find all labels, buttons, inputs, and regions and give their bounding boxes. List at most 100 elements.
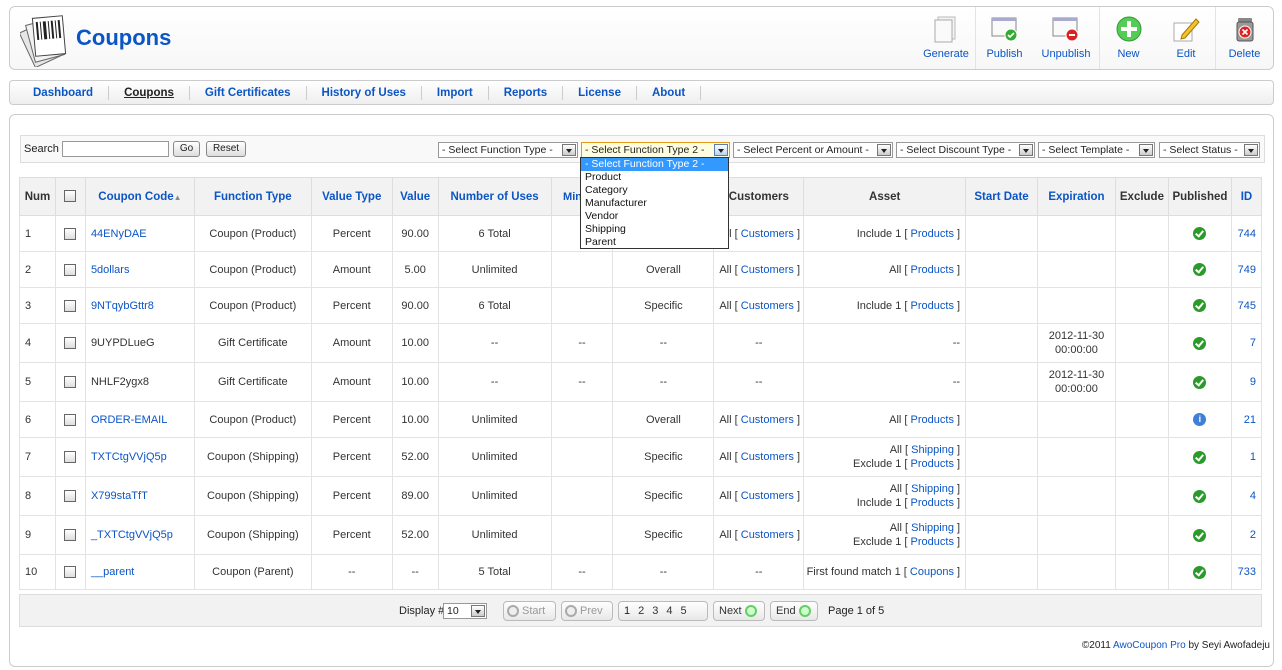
row-checkbox[interactable] xyxy=(64,337,77,350)
col-start-date[interactable]: Start Date xyxy=(965,177,1038,216)
nav-about[interactable]: About xyxy=(637,85,702,100)
asset-link[interactable]: Products xyxy=(911,300,954,312)
col-number-of-uses[interactable]: Number of Uses xyxy=(437,177,552,216)
id-link[interactable]: 733 xyxy=(1238,566,1256,578)
dropdown-option[interactable]: Product xyxy=(581,171,728,184)
prev-button[interactable]: Prev xyxy=(561,601,613,621)
coupon-code-link[interactable]: X799staTfT xyxy=(91,490,148,502)
published-check-icon[interactable] xyxy=(1193,450,1207,464)
coupon-code-link[interactable]: 9NTqybGttr8 xyxy=(91,300,154,312)
dropdown-option[interactable]: - Select Function Type 2 - xyxy=(581,158,728,171)
published-check-icon[interactable] xyxy=(1193,263,1207,276)
col-value[interactable]: Value xyxy=(391,177,439,216)
function-type-2-dropdown[interactable]: - Select Function Type 2 - Product Categ… xyxy=(580,157,729,249)
id-link[interactable]: 2 xyxy=(1250,529,1256,541)
coupon-code-link[interactable]: TXTCtgVVjQ5p xyxy=(91,451,167,463)
col-coupon-code[interactable]: Coupon Code▲ xyxy=(84,177,195,216)
id-link[interactable]: 1 xyxy=(1250,451,1256,463)
coupon-code-link[interactable]: 44ENyDAE xyxy=(91,228,147,240)
dropdown-option[interactable]: Manufacturer xyxy=(581,197,728,210)
customers-link[interactable]: Customers xyxy=(741,414,794,426)
nav-coupons[interactable]: Coupons xyxy=(109,85,190,100)
row-checkbox[interactable] xyxy=(64,566,77,579)
dropdown-option[interactable]: Shipping xyxy=(581,223,728,236)
customers-link[interactable]: Customers xyxy=(741,451,794,463)
page-5[interactable]: 5 xyxy=(681,605,687,617)
customers-link[interactable]: Customers xyxy=(741,264,794,276)
page-1[interactable]: 1 xyxy=(624,605,630,617)
display-count-select[interactable]: 10 xyxy=(443,603,487,619)
page-2[interactable]: 2 xyxy=(638,605,644,617)
coupon-code-link[interactable]: __parent xyxy=(91,566,134,578)
asset-link[interactable]: Coupons xyxy=(910,566,954,578)
row-checkbox[interactable] xyxy=(64,376,77,389)
id-link[interactable]: 749 xyxy=(1238,264,1256,276)
nav-dashboard[interactable]: Dashboard xyxy=(18,85,110,100)
nav-import[interactable]: Import xyxy=(422,85,489,100)
template-select[interactable]: - Select Template - xyxy=(1038,142,1155,158)
coupon-code-link[interactable]: ORDER-EMAIL xyxy=(91,414,167,426)
discount-type-select[interactable]: - Select Discount Type - xyxy=(896,142,1035,158)
start-button[interactable]: Start xyxy=(503,601,556,621)
go-button[interactable]: Go xyxy=(173,141,200,157)
page-4[interactable]: 4 xyxy=(666,605,672,617)
id-link[interactable]: 9 xyxy=(1250,376,1256,388)
unpublish-button[interactable]: Unpublish xyxy=(1033,7,1099,69)
col-function-type[interactable]: Function Type xyxy=(193,177,312,216)
asset-link[interactable]: Shipping xyxy=(911,444,954,456)
published-check-icon[interactable] xyxy=(1193,528,1207,542)
id-link[interactable]: 744 xyxy=(1238,228,1256,240)
row-checkbox[interactable] xyxy=(64,263,77,276)
asset-link[interactable]: Products xyxy=(911,458,954,470)
asset-link[interactable]: Shipping xyxy=(911,483,954,495)
nav-history-of-uses[interactable]: History of Uses xyxy=(307,85,422,100)
col-id[interactable]: ID xyxy=(1230,177,1263,216)
customers-link[interactable]: Customers xyxy=(741,529,794,541)
nav-reports[interactable]: Reports xyxy=(489,85,564,100)
col-expiration[interactable]: Expiration xyxy=(1036,177,1116,216)
coupon-code-link[interactable]: _TXTCtgVVjQ5p xyxy=(91,529,173,541)
published-check-icon[interactable] xyxy=(1193,336,1207,350)
published-check-icon[interactable] xyxy=(1193,375,1207,389)
dropdown-option[interactable]: Vendor xyxy=(581,210,728,223)
row-checkbox[interactable] xyxy=(64,451,77,464)
published-check-icon[interactable] xyxy=(1193,299,1207,312)
dropdown-option[interactable]: Parent xyxy=(581,236,728,249)
page-3[interactable]: 3 xyxy=(652,605,658,617)
col-value-type[interactable]: Value Type xyxy=(310,177,393,216)
nav-license[interactable]: License xyxy=(563,85,637,100)
customers-link[interactable]: Customers xyxy=(741,228,794,240)
select-all-checkbox[interactable] xyxy=(64,190,77,203)
row-checkbox[interactable] xyxy=(64,299,77,312)
row-checkbox[interactable] xyxy=(64,490,77,503)
asset-link[interactable]: Products xyxy=(911,228,954,240)
customers-link[interactable]: Customers xyxy=(741,300,794,312)
id-link[interactable]: 21 xyxy=(1244,414,1256,426)
published-check-icon[interactable] xyxy=(1193,227,1207,240)
end-button[interactable]: End xyxy=(770,601,818,621)
asset-link[interactable]: Products xyxy=(911,497,954,509)
published-check-icon[interactable] xyxy=(1193,489,1207,503)
percent-amount-select[interactable]: - Select Percent or Amount - xyxy=(733,142,893,158)
generate-button[interactable]: Generate xyxy=(917,7,975,69)
next-button[interactable]: Next xyxy=(713,601,765,621)
search-input[interactable] xyxy=(62,141,169,157)
asset-link[interactable]: Products xyxy=(911,536,954,548)
edit-button[interactable]: Edit xyxy=(1157,7,1215,69)
reset-button[interactable]: Reset xyxy=(206,141,246,157)
dropdown-option[interactable]: Category xyxy=(581,184,728,197)
info-icon[interactable]: i xyxy=(1193,413,1207,426)
function-type-2-select[interactable]: - Select Function Type 2 - xyxy=(581,142,730,158)
id-link[interactable]: 4 xyxy=(1250,490,1256,502)
row-checkbox[interactable] xyxy=(64,227,77,240)
customers-link[interactable]: Customers xyxy=(741,490,794,502)
asset-link[interactable]: Products xyxy=(911,414,954,426)
status-select[interactable]: - Select Status - xyxy=(1159,142,1260,158)
new-button[interactable]: New xyxy=(1099,7,1157,69)
publish-button[interactable]: Publish xyxy=(975,7,1033,69)
delete-button[interactable]: Delete xyxy=(1215,7,1273,69)
published-check-icon[interactable] xyxy=(1193,565,1207,579)
id-link[interactable]: 7 xyxy=(1250,337,1256,349)
footer-link[interactable]: AwoCoupon Pro xyxy=(1113,640,1186,651)
asset-link[interactable]: Shipping xyxy=(911,522,954,534)
